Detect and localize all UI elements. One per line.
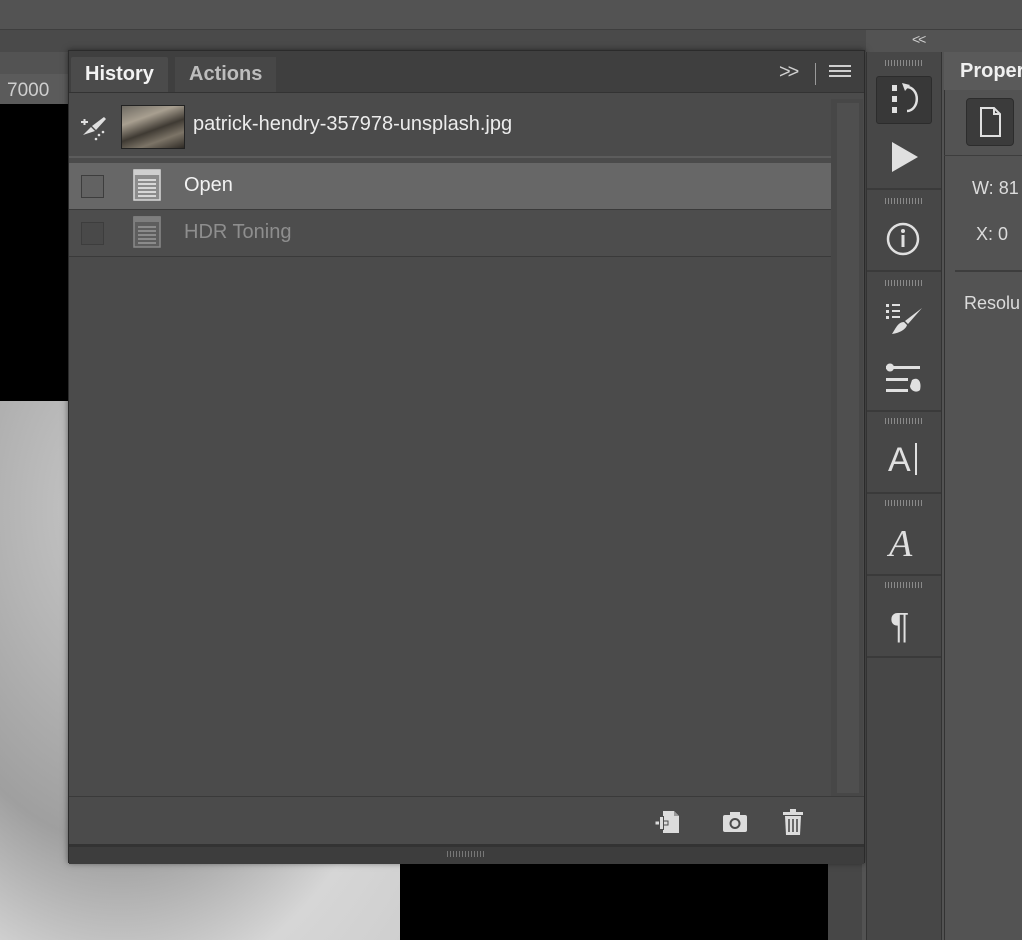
strip-divider [867, 270, 941, 272]
camera-snapshot-icon[interactable] [720, 807, 750, 837]
document-image-black-region [0, 104, 70, 401]
resize-grip-icon[interactable] [447, 851, 485, 857]
history-brush-source-checkbox[interactable] [81, 175, 104, 198]
document-image-black-region-bottom [400, 862, 828, 940]
new-document-from-state-icon[interactable] [653, 807, 683, 837]
history-panel: History Actions >> patrick-hendry-357978… [68, 50, 865, 864]
width-label: W: [972, 178, 994, 198]
trash-icon[interactable] [778, 807, 808, 837]
properties-divider [955, 270, 1022, 272]
x-value[interactable]: 0 [998, 224, 1008, 244]
panel-menu-icon[interactable] [829, 65, 851, 81]
ruler-label: 7000 [7, 80, 50, 101]
play-actions-icon[interactable] [876, 134, 930, 180]
tab-bar-divider [815, 63, 816, 85]
brush-settings-icon[interactable] [876, 356, 930, 402]
paragraph-icon[interactable]: ¶ [876, 600, 930, 646]
svg-text:A: A [886, 523, 913, 564]
properties-title[interactable]: Proper [960, 60, 1022, 83]
resolution-label: Resolu [964, 293, 1021, 313]
history-brush-source-checkbox[interactable] [81, 222, 104, 245]
brush-presets-icon[interactable] [876, 296, 930, 342]
document-tab-bar [0, 30, 866, 52]
history-icon[interactable] [876, 76, 932, 124]
collapse-panel-button[interactable]: >> [779, 61, 799, 84]
panel-footer [69, 796, 864, 845]
group-grip-icon[interactable] [885, 198, 923, 204]
history-item-hdr-toning[interactable]: HDR Toning [69, 210, 831, 257]
history-item-label: Open [184, 174, 233, 196]
history-item-open[interactable]: Open [69, 163, 831, 210]
group-grip-icon[interactable] [885, 280, 923, 286]
panel-icon-strip: A A ¶ [866, 52, 942, 940]
svg-text:¶: ¶ [890, 605, 909, 646]
strip-divider [867, 188, 941, 190]
strip-divider [867, 410, 941, 412]
history-brush-source-icon[interactable] [79, 113, 109, 143]
strip-divider [867, 492, 941, 494]
svg-text:A: A [888, 441, 911, 479]
history-state-icon [133, 169, 161, 201]
glyphs-icon[interactable]: A [876, 518, 930, 565]
character-icon[interactable]: A [876, 435, 930, 481]
group-grip-icon[interactable] [885, 582, 923, 588]
scrollbar-thumb[interactable] [837, 103, 859, 793]
snapshot-name: patrick-hendry-357978-unsplash.jpg [193, 113, 513, 135]
width-value[interactable]: 81 [999, 178, 1019, 198]
group-grip-icon[interactable] [885, 60, 923, 66]
expand-panels-button[interactable]: << [912, 31, 926, 47]
width-field[interactable]: W: 81 [972, 178, 1019, 199]
x-label: X: [976, 224, 994, 244]
info-icon[interactable] [876, 215, 930, 261]
snapshot-thumbnail [121, 105, 185, 149]
strip-divider [867, 656, 941, 658]
properties-divider [944, 155, 1022, 156]
strip-divider [867, 574, 941, 576]
group-grip-icon[interactable] [885, 500, 923, 506]
document-properties-button[interactable] [966, 98, 1014, 146]
group-grip-icon[interactable] [885, 418, 923, 424]
snapshot-row[interactable]: patrick-hendry-357978-unsplash.jpg [69, 99, 831, 158]
tab-history[interactable]: History [71, 57, 168, 92]
panel-tab-bar: History Actions >> [69, 51, 864, 93]
history-item-label: HDR Toning [184, 221, 292, 243]
tab-actions[interactable]: Actions [175, 57, 277, 92]
x-field[interactable]: X: 0 [976, 224, 1008, 245]
document-icon [980, 107, 1001, 137]
history-state-icon [133, 216, 161, 248]
top-strip [0, 0, 1022, 30]
panel-resize-bar[interactable] [69, 844, 864, 864]
